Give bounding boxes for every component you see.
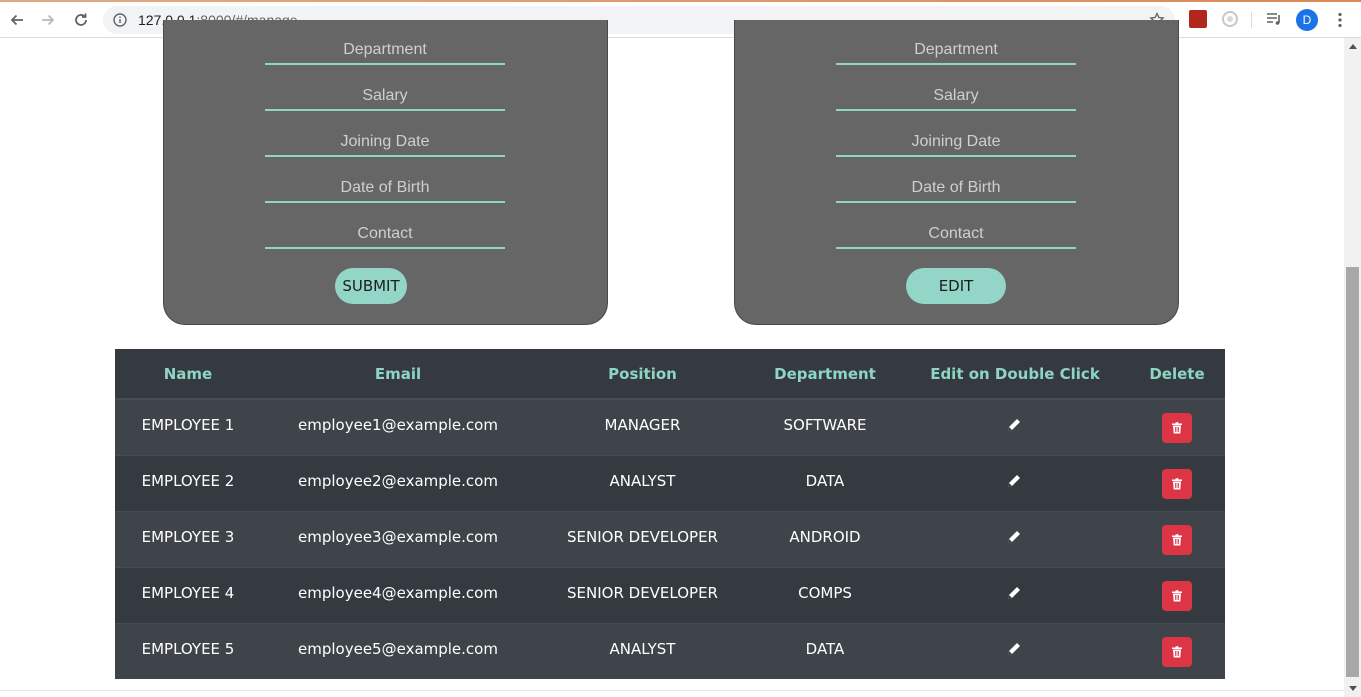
edit-button[interactable]: EDIT xyxy=(906,268,1006,304)
arrow-right-icon xyxy=(42,14,55,26)
date-of-birth-field[interactable]: Date of Birth xyxy=(836,173,1076,203)
cell-name: EMPLOYEE 5 xyxy=(141,640,235,658)
cell-email: employee3@example.com xyxy=(298,528,498,546)
cell-name: EMPLOYEE 2 xyxy=(141,472,235,490)
delete-button[interactable] xyxy=(1162,525,1192,555)
table-header: Name Email Position Department Edit on D… xyxy=(115,349,1225,399)
header-name: Name xyxy=(163,365,213,383)
department-field[interactable]: Department xyxy=(836,35,1076,65)
joining-date-field[interactable]: Joining Date xyxy=(265,127,505,157)
delete-button[interactable] xyxy=(1162,413,1192,443)
salary-field[interactable]: Salary xyxy=(836,81,1076,111)
pencil-icon[interactable] xyxy=(1006,585,1022,601)
header-department: Department xyxy=(774,365,876,383)
table-row[interactable]: EMPLOYEE 2 employee2@example.com ANALYST… xyxy=(115,455,1225,511)
cell-department: ANDROID xyxy=(789,528,861,546)
arrow-left-icon xyxy=(10,14,23,26)
media-control-button[interactable] xyxy=(1265,10,1283,28)
cell-name: EMPLOYEE 3 xyxy=(141,528,235,546)
header-email: Email xyxy=(374,365,422,383)
scroll-up-button[interactable] xyxy=(1344,38,1361,55)
cell-name: EMPLOYEE 1 xyxy=(141,416,235,434)
delete-button[interactable] xyxy=(1162,581,1192,611)
pencil-icon[interactable] xyxy=(1006,417,1022,433)
cell-email: employee5@example.com xyxy=(298,640,498,658)
playlist-icon xyxy=(1267,13,1280,25)
edit-employee-form: Department Salary Joining Date Date of B… xyxy=(734,20,1179,325)
submit-button[interactable]: SUBMIT xyxy=(335,268,407,304)
add-employee-form: Department Salary Joining Date Date of B… xyxy=(163,20,608,325)
header-edit: Edit on Double Click xyxy=(930,365,1100,383)
employee-table: Name Email Position Department Edit on D… xyxy=(115,349,1225,679)
caret-up-icon xyxy=(1348,44,1357,49)
pencil-icon[interactable] xyxy=(1006,641,1022,657)
cell-department: DATA xyxy=(805,472,845,490)
pencil-icon[interactable] xyxy=(1006,473,1022,489)
trash-icon xyxy=(1172,590,1182,602)
forward-button[interactable] xyxy=(36,8,60,32)
vertical-scrollbar[interactable] xyxy=(1344,38,1361,697)
cell-email: employee4@example.com xyxy=(298,584,498,602)
trash-icon xyxy=(1172,422,1182,434)
date-of-birth-field[interactable]: Date of Birth xyxy=(265,173,505,203)
table-row[interactable]: EMPLOYEE 3 employee3@example.com SENIOR … xyxy=(115,511,1225,567)
reload-icon xyxy=(75,13,87,26)
extension-icon-2[interactable] xyxy=(1221,10,1239,28)
table-row[interactable]: EMPLOYEE 4 employee4@example.com SENIOR … xyxy=(115,567,1225,623)
cell-email: employee2@example.com xyxy=(298,472,498,490)
trash-icon xyxy=(1172,534,1182,546)
circle-extension-icon xyxy=(1222,11,1238,27)
reload-button[interactable] xyxy=(69,8,93,32)
trash-icon xyxy=(1172,478,1182,490)
pencil-icon[interactable] xyxy=(1006,529,1022,545)
toolbar-divider xyxy=(1251,12,1252,28)
extension-icon-1[interactable] xyxy=(1189,10,1207,28)
cell-position: ANALYST xyxy=(609,472,676,490)
cell-email: employee1@example.com xyxy=(298,416,498,434)
cell-name: EMPLOYEE 4 xyxy=(141,584,235,602)
trash-icon xyxy=(1172,646,1182,658)
caret-down-icon xyxy=(1348,686,1357,691)
department-field[interactable]: Department xyxy=(265,35,505,65)
delete-button[interactable] xyxy=(1162,637,1192,667)
contact-field[interactable]: Contact xyxy=(836,219,1076,249)
table-row[interactable]: EMPLOYEE 1 employee1@example.com MANAGER… xyxy=(115,399,1225,455)
info-icon[interactable] xyxy=(113,13,127,27)
more-vert-icon xyxy=(1338,12,1342,28)
table-row[interactable]: EMPLOYEE 5 employee5@example.com ANALYST… xyxy=(115,623,1225,679)
cell-position: ANALYST xyxy=(609,640,676,658)
scroll-thumb[interactable] xyxy=(1346,267,1359,677)
cell-position: SENIOR DEVELOPER xyxy=(567,528,718,546)
joining-date-field[interactable]: Joining Date xyxy=(836,127,1076,157)
header-position: Position xyxy=(608,365,677,383)
back-button[interactable] xyxy=(5,8,29,32)
salary-field[interactable]: Salary xyxy=(265,81,505,111)
cell-department: DATA xyxy=(805,640,845,658)
page-bottom-edge xyxy=(0,690,1344,697)
profile-avatar[interactable]: D xyxy=(1296,9,1318,31)
cell-position: SENIOR DEVELOPER xyxy=(567,584,718,602)
contact-field[interactable]: Contact xyxy=(265,219,505,249)
menu-button[interactable] xyxy=(1328,8,1352,32)
scroll-down-button[interactable] xyxy=(1344,680,1361,697)
delete-button[interactable] xyxy=(1162,469,1192,499)
cell-department: SOFTWARE xyxy=(783,416,867,434)
header-delete: Delete xyxy=(1149,365,1205,383)
cell-department: COMPS xyxy=(798,584,852,602)
cell-position: MANAGER xyxy=(604,416,681,434)
